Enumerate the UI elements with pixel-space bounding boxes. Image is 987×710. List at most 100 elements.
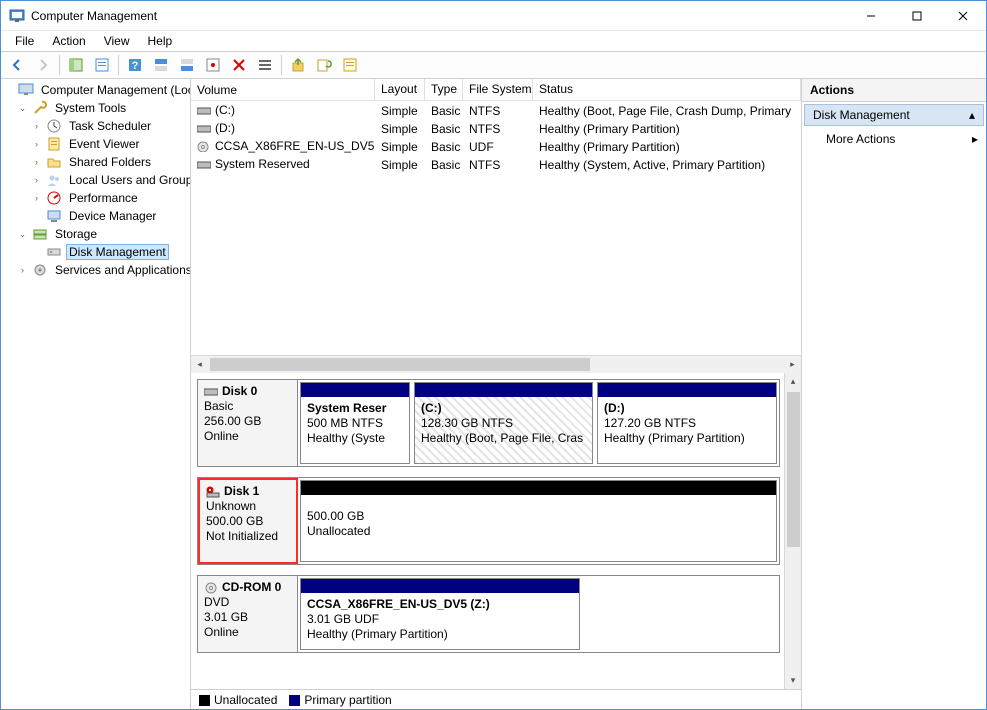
- tree-shared-folders[interactable]: › Shared Folders: [31, 153, 190, 171]
- toolbar: ?: [1, 51, 986, 79]
- volume-row[interactable]: (C:) Simple Basic NTFS Healthy (Boot, Pa…: [191, 101, 801, 119]
- tree-label: Local Users and Groups: [66, 172, 191, 188]
- actions-more[interactable]: More Actions ▸: [802, 126, 986, 152]
- disk-type: Basic: [204, 399, 291, 414]
- part-status: Unallocated: [307, 524, 770, 539]
- tools-icon: [32, 100, 48, 116]
- part-status: Healthy (Syste: [307, 431, 403, 446]
- export-button[interactable]: [286, 54, 310, 76]
- scroll-track[interactable]: [208, 356, 784, 373]
- part-name: (C:): [421, 401, 586, 416]
- refresh-records-button[interactable]: [312, 54, 336, 76]
- col-layout[interactable]: Layout: [375, 79, 425, 100]
- back-button[interactable]: [5, 54, 29, 76]
- tree-label: Storage: [52, 226, 100, 242]
- close-button[interactable]: [940, 1, 986, 31]
- help-button[interactable]: ?: [123, 54, 147, 76]
- scroll-down-icon[interactable]: ▾: [785, 672, 801, 689]
- expand-icon[interactable]: ›: [31, 175, 42, 186]
- tree-device-manager[interactable]: Device Manager: [31, 207, 190, 225]
- col-type[interactable]: Type: [425, 79, 463, 100]
- properties-button[interactable]: [90, 54, 114, 76]
- storage-icon: [32, 226, 48, 242]
- partition-system-reserved[interactable]: System Reser500 MB NTFSHealthy (Syste: [300, 382, 410, 464]
- part-size: 500 MB NTFS: [307, 416, 403, 431]
- tree-services-apps[interactable]: › Services and Applications: [17, 261, 190, 279]
- col-fs[interactable]: File System: [463, 79, 533, 100]
- part-size: 128.30 GB NTFS: [421, 416, 586, 431]
- legend-primary: Primary partition: [289, 693, 391, 707]
- vol-type: Basic: [425, 137, 463, 155]
- scroll-track[interactable]: [785, 390, 801, 672]
- hscrollbar[interactable]: ◂ ▸: [191, 355, 801, 372]
- disk-header: Disk 0 Basic 256.00 GB Online: [198, 380, 298, 466]
- expand-icon[interactable]: ›: [31, 193, 42, 204]
- tree-event-viewer[interactable]: ›Event Viewer: [31, 135, 190, 153]
- vol-layout: Simple: [375, 119, 425, 137]
- part-size: 3.01 GB UDF: [307, 612, 573, 627]
- menu-view[interactable]: View: [96, 32, 138, 50]
- col-volume[interactable]: Volume: [191, 79, 375, 100]
- scroll-thumb[interactable]: [787, 392, 800, 547]
- vscrollbar[interactable]: ▴ ▾: [784, 373, 801, 689]
- cdrom-0[interactable]: CD-ROM 0 DVD 3.01 GB Online CCSA_X86FRE_…: [197, 575, 780, 653]
- vol-fs: NTFS: [463, 119, 533, 137]
- settings-button[interactable]: [201, 54, 225, 76]
- action-button[interactable]: [338, 54, 362, 76]
- maximize-button[interactable]: [894, 1, 940, 31]
- actions-section[interactable]: Disk Management ▴: [804, 104, 984, 126]
- tree-performance[interactable]: › Performance: [31, 189, 190, 207]
- view-bottom-button[interactable]: [175, 54, 199, 76]
- performance-icon: [46, 190, 62, 206]
- tree-system-tools[interactable]: ⌄ System Tools: [17, 99, 190, 117]
- collapse-icon[interactable]: ⌄: [17, 103, 28, 114]
- menu-file[interactable]: File: [7, 32, 42, 50]
- partition-unallocated[interactable]: 500.00 GBUnallocated: [300, 480, 777, 562]
- disk-type: DVD: [204, 595, 291, 610]
- volume-row[interactable]: CCSA_X86FRE_EN-US_DV5 (Z:) Simple Basic …: [191, 137, 801, 155]
- scroll-up-icon[interactable]: ▴: [785, 373, 801, 390]
- expand-icon[interactable]: ›: [31, 121, 42, 132]
- scroll-thumb[interactable]: [210, 358, 590, 371]
- collapse-icon[interactable]: ⌄: [17, 229, 28, 240]
- scroll-left-icon[interactable]: ◂: [191, 356, 208, 373]
- collapse-icon[interactable]: ▴: [969, 108, 975, 122]
- forward-button[interactable]: [31, 54, 55, 76]
- volume-row[interactable]: System Reserved Simple Basic NTFS Health…: [191, 155, 801, 173]
- disk-icon: [46, 244, 62, 260]
- tree-task-scheduler[interactable]: ›Task Scheduler: [31, 117, 190, 135]
- expand-icon[interactable]: ›: [31, 139, 42, 150]
- partition-d[interactable]: (D:)127.20 GB NTFSHealthy (Primary Parti…: [597, 382, 777, 464]
- vol-name: System Reserved: [215, 157, 310, 171]
- part-status: Healthy (Boot, Page File, Cras: [421, 431, 586, 446]
- volume-list: Volume Layout Type File System Status (C…: [191, 79, 801, 373]
- col-status[interactable]: Status: [533, 79, 801, 100]
- partition-cdrom[interactable]: CCSA_X86FRE_EN-US_DV5 (Z:)3.01 GB UDFHea…: [300, 578, 580, 650]
- tree-label: Shared Folders: [66, 154, 154, 170]
- tree-label: Performance: [66, 190, 141, 206]
- event-icon: [46, 136, 62, 152]
- scroll-right-icon[interactable]: ▸: [784, 356, 801, 373]
- delete-button[interactable]: [227, 54, 251, 76]
- menu-action[interactable]: Action: [44, 32, 93, 50]
- disk-1[interactable]: Disk 1 Unknown 500.00 GB Not Initialized…: [197, 477, 780, 565]
- expand-icon[interactable]: ›: [31, 157, 42, 168]
- view-top-button[interactable]: [149, 54, 173, 76]
- vol-status: Healthy (Boot, Page File, Crash Dump, Pr…: [533, 101, 801, 119]
- disk-0[interactable]: Disk 0 Basic 256.00 GB Online System Res…: [197, 379, 780, 467]
- minimize-button[interactable]: [848, 1, 894, 31]
- swatch-black-icon: [199, 695, 210, 706]
- tree-local-users[interactable]: › Local Users and Groups: [31, 171, 190, 189]
- tree-disk-management[interactable]: Disk Management: [31, 243, 190, 261]
- tree-storage[interactable]: ⌄ Storage: [17, 225, 190, 243]
- volume-row[interactable]: (D:) Simple Basic NTFS Healthy (Primary …: [191, 119, 801, 137]
- separator: [118, 55, 119, 75]
- show-hide-tree-button[interactable]: [64, 54, 88, 76]
- vol-type: Basic: [425, 155, 463, 173]
- expand-icon[interactable]: ›: [17, 265, 28, 276]
- partition-c[interactable]: (C:)128.30 GB NTFSHealthy (Boot, Page Fi…: [414, 382, 593, 464]
- list-button[interactable]: [253, 54, 277, 76]
- services-icon: [32, 262, 48, 278]
- tree-root[interactable]: Computer Management (Local: [3, 81, 190, 99]
- menu-help[interactable]: Help: [140, 32, 181, 50]
